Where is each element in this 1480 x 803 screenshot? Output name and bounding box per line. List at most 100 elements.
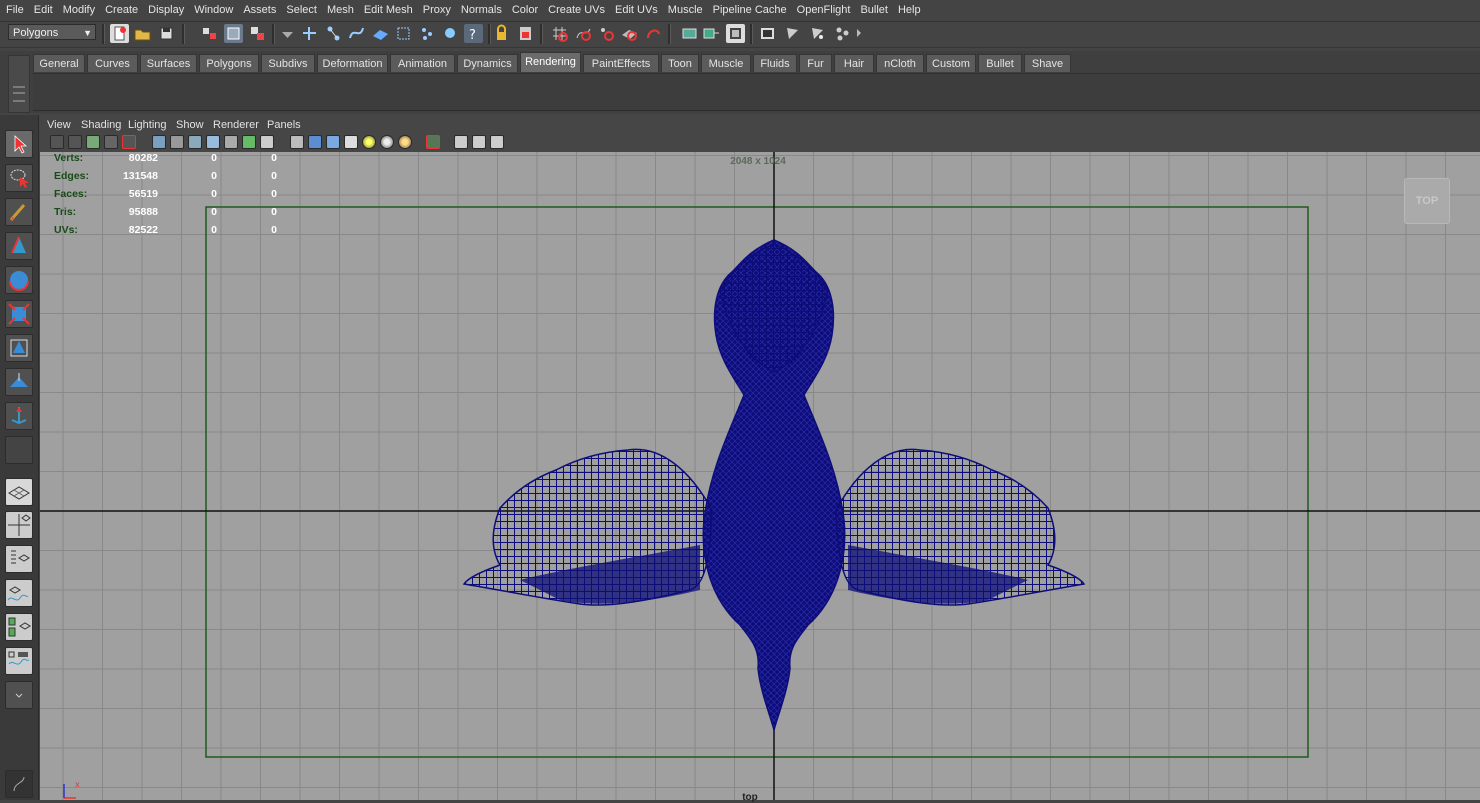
xray-icon[interactable] [454,135,468,149]
select-deformations-icon[interactable] [394,24,413,43]
menu-muscle[interactable]: Muscle [663,0,708,21]
menu-set-dropdown[interactable]: Polygons ▼ [8,24,96,40]
wireframe-icon[interactable] [290,135,304,149]
soft-mod-icon[interactable] [5,368,33,396]
tab-bullet[interactable]: Bullet [978,54,1022,72]
lock-selection-icon[interactable] [492,24,511,43]
menu-file[interactable]: File [0,0,29,21]
tab-general[interactable]: General [33,54,85,72]
snap-to-curve-icon[interactable] [574,24,593,43]
menu-openflight[interactable]: OpenFlight [792,0,856,21]
tab-painteffects[interactable]: PaintEffects [583,54,659,72]
shadows-icon[interactable] [398,135,412,149]
menu-bullet[interactable]: Bullet [855,0,893,21]
two-d-pan-zoom-icon[interactable] [122,135,136,149]
input-output-connections-icon[interactable] [680,24,699,43]
paint-select-icon[interactable] [5,198,33,226]
panel-menu-view[interactable]: View [47,119,71,131]
make-live-icon[interactable] [644,24,663,43]
default-lighting-icon[interactable] [362,135,376,149]
resolution-gate-icon[interactable] [188,135,202,149]
grid-toggle-icon[interactable] [152,135,166,149]
wireframe-on-shaded-icon[interactable] [326,135,340,149]
four-view-layout-icon[interactable] [5,511,33,539]
scale-tool-icon[interactable] [5,300,33,328]
save-scene-icon[interactable] [157,24,176,43]
selection-mask-icon[interactable] [278,24,297,43]
universal-manipulator-icon[interactable] [5,334,33,362]
tab-polygons[interactable]: Polygons [199,54,259,72]
menu-pipeline-cache[interactable]: Pipeline Cache [708,0,792,21]
more-layouts-icon[interactable] [5,681,33,709]
tab-ncloth[interactable]: nCloth [876,54,924,72]
render-settings-icon[interactable] [808,24,827,43]
menu-modify[interactable]: Modify [58,0,100,21]
toolbox-extra-icon[interactable] [5,770,33,798]
tab-toon[interactable]: Toon [661,54,699,72]
rotate-tool-icon[interactable] [5,266,33,294]
menu-assets[interactable]: Assets [238,0,281,21]
tab-curves[interactable]: Curves [87,54,138,72]
menu-create-uvs[interactable]: Create UVs [543,0,610,21]
menu-edit-mesh[interactable]: Edit Mesh [359,0,418,21]
tab-surfaces[interactable]: Surfaces [140,54,197,72]
camera-attributes-icon[interactable] [68,135,82,149]
new-scene-icon[interactable] [110,24,129,43]
panel-menu-renderer[interactable]: Renderer [213,119,259,131]
select-by-hierarchy-icon[interactable] [200,24,219,43]
panel-menu-panels[interactable]: Panels [267,119,301,131]
tab-hair[interactable]: Hair [834,54,874,72]
tab-animation[interactable]: Animation [390,54,455,72]
menu-edit[interactable]: Edit [29,0,58,21]
tab-fluids[interactable]: Fluids [753,54,797,72]
smooth-shade-icon[interactable] [308,135,322,149]
textured-icon[interactable] [344,135,358,149]
safe-title-icon[interactable] [260,135,274,149]
menu-edit-uvs[interactable]: Edit UVs [610,0,663,21]
tab-dynamics[interactable]: Dynamics [457,54,518,72]
menu-mesh[interactable]: Mesh [322,0,359,21]
menu-display[interactable]: Display [143,0,189,21]
safe-action-icon[interactable] [242,135,256,149]
select-rendering-icon[interactable] [441,24,460,43]
tab-custom[interactable]: Custom [926,54,976,72]
move-tool-icon[interactable] [5,232,33,260]
hypershade-icon[interactable] [833,24,852,43]
tab-fur[interactable]: Fur [799,54,832,72]
show-manipulator-icon[interactable] [5,402,33,430]
panel-menu-lighting[interactable]: Lighting [128,119,167,131]
tab-shave[interactable]: Shave [1024,54,1071,72]
tab-deformation[interactable]: Deformation [317,54,388,72]
gate-mask-icon[interactable] [206,135,220,149]
select-surfaces-icon[interactable] [371,24,390,43]
image-plane-icon[interactable] [104,135,118,149]
xray-joints-icon[interactable] [472,135,486,149]
last-tool-icon[interactable] [5,436,33,464]
xray-active-components-icon[interactable] [490,135,504,149]
hypershade-layout-icon[interactable] [5,613,33,641]
expand-toolbar-icon[interactable] [857,29,861,37]
construction-history-icon[interactable] [702,24,721,43]
field-chart-icon[interactable] [224,135,238,149]
menu-color[interactable]: Color [507,0,543,21]
menu-create[interactable]: Create [100,0,143,21]
menu-proxy[interactable]: Proxy [418,0,456,21]
render-current-frame-icon[interactable] [758,24,777,43]
view-cube[interactable]: TOP [1404,178,1450,224]
open-scene-icon[interactable] [133,24,152,43]
select-camera-icon[interactable] [50,135,64,149]
menu-help[interactable]: Help [893,0,926,21]
ipr-render-icon[interactable] [783,24,802,43]
open-render-view-icon[interactable] [726,24,745,43]
shelf-options-handle[interactable] [8,55,30,113]
select-curves-icon[interactable] [347,24,366,43]
single-perspective-layout-icon[interactable] [5,478,33,506]
graph-editor-layout-icon[interactable] [5,579,33,607]
film-gate-icon[interactable] [170,135,184,149]
panel-menu-show[interactable]: Show [176,119,204,131]
snap-to-grid-icon[interactable] [550,24,569,43]
select-by-object-icon[interactable] [224,24,243,43]
menu-select[interactable]: Select [281,0,322,21]
panel-menu-shading[interactable]: Shading [81,119,121,131]
select-by-component-icon[interactable] [248,24,267,43]
